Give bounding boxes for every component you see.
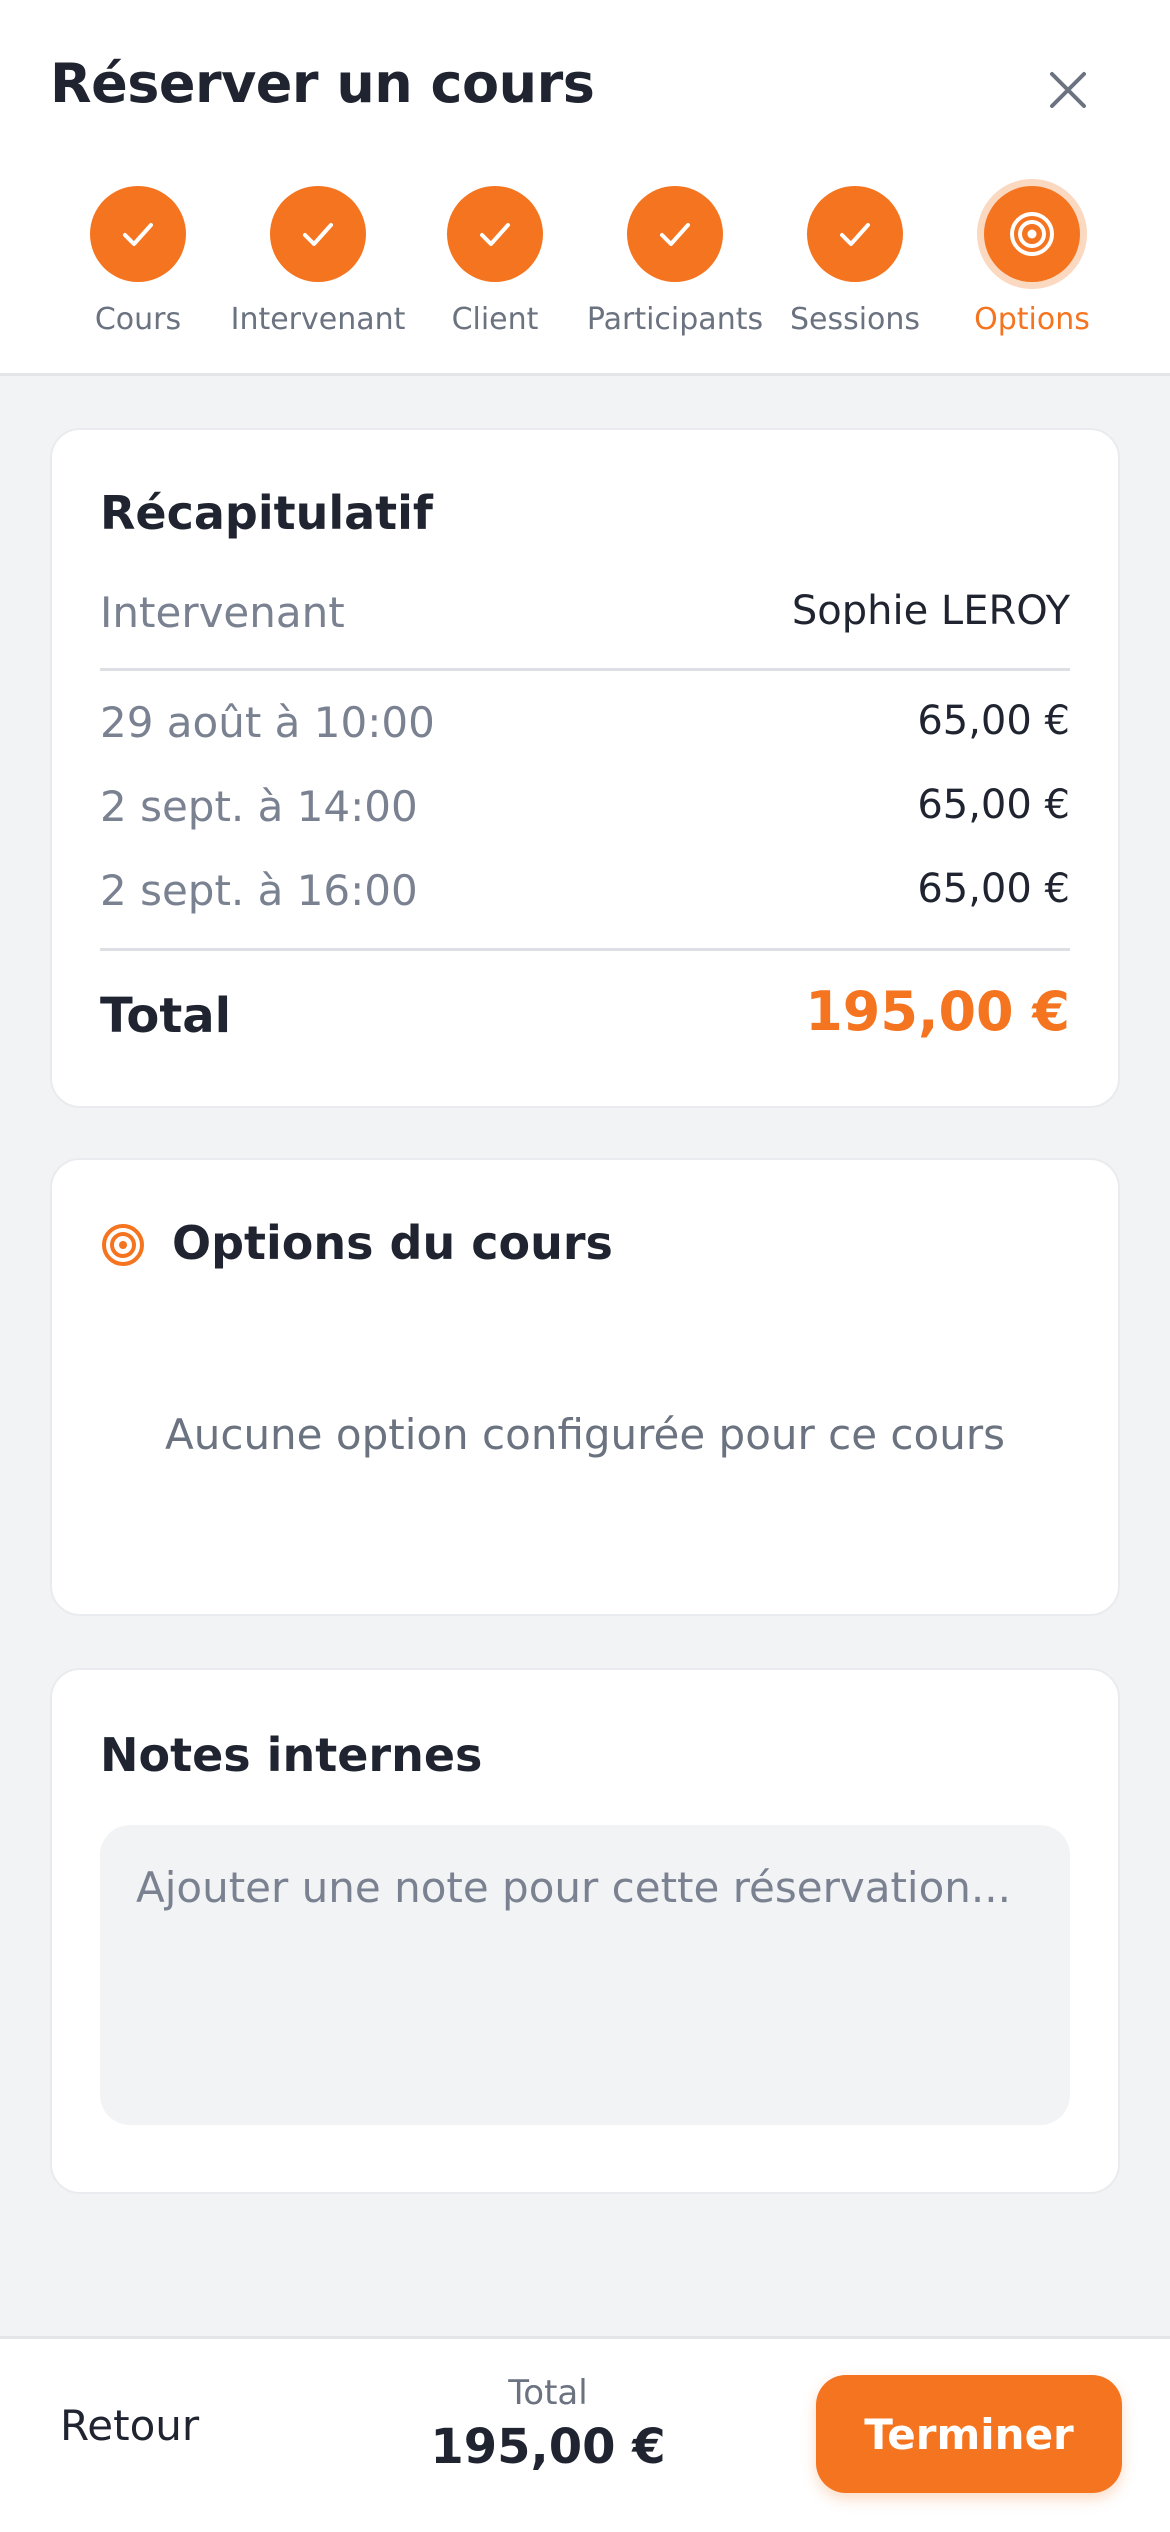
summary-card: Récapitulatif Intervenant Sophie LEROY 2…	[50, 428, 1120, 1108]
step-options-circle	[984, 186, 1080, 282]
finish-button[interactable]: Terminer	[816, 2375, 1122, 2493]
step-participants-circle	[627, 186, 723, 282]
step-options[interactable]: Options	[932, 186, 1132, 337]
back-button[interactable]: Retour	[60, 2401, 199, 2450]
session-date: 29 août à 10:00	[100, 698, 435, 747]
step-cours[interactable]: Cours	[38, 186, 238, 337]
step-label: Intervenant	[230, 302, 406, 337]
step-intervenant-circle	[270, 186, 366, 282]
check-icon	[840, 223, 870, 246]
options-empty-text: Aucune option configurée pour ce cours	[165, 1410, 1005, 1459]
footer-total-value: 195,00 €	[430, 2419, 666, 2475]
instructor-row: Intervenant Sophie LEROY	[100, 588, 1070, 648]
total-label: Total	[100, 988, 232, 1044]
close-button[interactable]	[1036, 58, 1100, 122]
summary-title: Récapitulatif	[100, 486, 433, 540]
total-value: 195,00 €	[805, 980, 1070, 1043]
booking-screen: Réserver un cours Cours Intervenant Clie…	[0, 0, 1170, 2532]
footer-total-label: Total	[508, 2373, 588, 2413]
step-sessions-circle	[807, 186, 903, 282]
session-row: 2 sept. à 16:00 65,00 €	[100, 866, 1070, 926]
session-date: 2 sept. à 16:00	[100, 866, 418, 915]
notes-input[interactable]	[100, 1825, 1070, 2125]
target-icon	[102, 1224, 144, 1266]
step-client-circle	[447, 186, 543, 282]
step-label: Sessions	[789, 302, 921, 337]
check-icon	[660, 223, 690, 246]
step-label: Participants	[586, 302, 764, 337]
footer-total: Total 195,00 €	[400, 2373, 696, 2475]
step-sessions[interactable]: Sessions	[755, 186, 955, 337]
session-price: 65,00 €	[917, 698, 1070, 744]
session-row: 29 août à 10:00 65,00 €	[100, 698, 1070, 758]
step-label: Client	[451, 302, 539, 337]
notes-card: Notes internes	[50, 1668, 1120, 2194]
step-label: Cours	[94, 302, 182, 337]
instructor-label: Intervenant	[100, 588, 345, 637]
options-title: Options du cours	[172, 1216, 613, 1270]
session-price: 65,00 €	[917, 866, 1070, 912]
footer: Retour Total 195,00 € Terminer	[0, 2336, 1170, 2532]
step-intervenant[interactable]: Intervenant	[218, 186, 418, 337]
session-row: 2 sept. à 14:00 65,00 €	[100, 782, 1070, 842]
step-client[interactable]: Client	[395, 186, 595, 337]
step-participants[interactable]: Participants	[575, 186, 775, 337]
divider	[100, 668, 1070, 671]
step-cours-circle	[90, 186, 186, 282]
session-date: 2 sept. à 14:00	[100, 782, 418, 831]
header: Réserver un cours Cours Intervenant Clie…	[0, 0, 1170, 376]
notes-title: Notes internes	[100, 1728, 483, 1782]
check-icon	[480, 223, 510, 246]
instructor-value: Sophie LEROY	[791, 588, 1070, 634]
session-price: 65,00 €	[917, 782, 1070, 828]
close-icon	[1050, 72, 1086, 108]
step-label: Options	[974, 302, 1090, 337]
target-icon	[1010, 212, 1054, 256]
options-card: Options du cours Aucune option configuré…	[50, 1158, 1120, 1616]
stepper: Cours Intervenant Client Participants Se…	[0, 186, 1170, 346]
page-title: Réserver un cours	[50, 52, 595, 115]
divider	[100, 948, 1070, 951]
check-icon	[303, 223, 333, 246]
check-icon	[123, 223, 153, 246]
